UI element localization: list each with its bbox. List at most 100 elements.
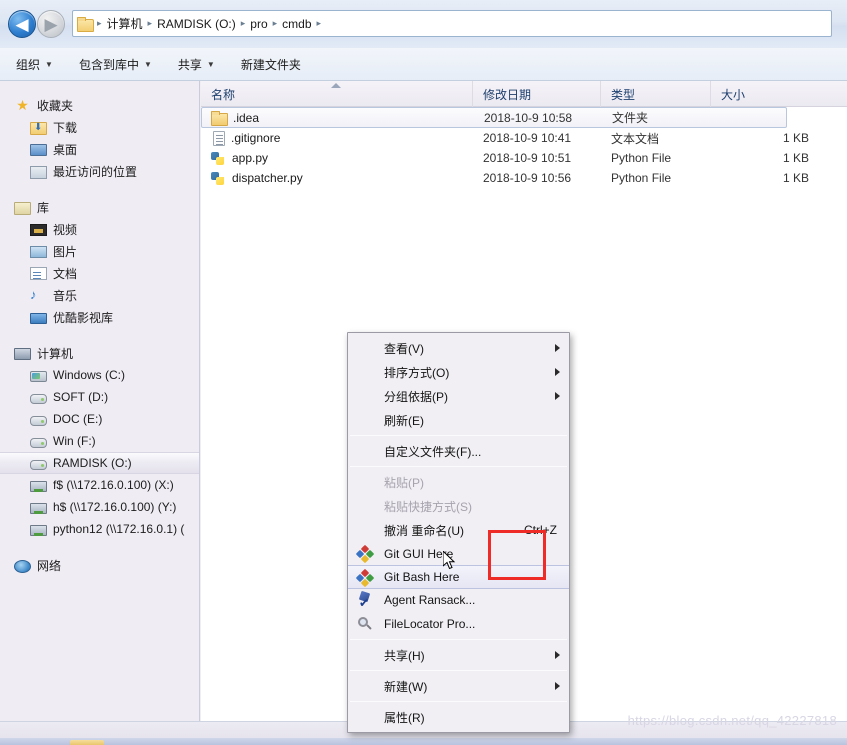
breadcrumb-separator: ▸ [272, 18, 278, 28]
context-menu-item-label: 查看(V) [384, 341, 424, 356]
watermark-text: https://blog.csdn.net/qq_42227818 [627, 713, 837, 728]
cell-type: Python File [611, 171, 672, 185]
breadcrumb-item-pro[interactable]: pro [247, 17, 270, 31]
drive-icon [30, 393, 47, 404]
sidebar-item-youku-library[interactable]: 优酷影视库 [0, 306, 199, 328]
context-menu-item-new[interactable]: 新建(W) [348, 674, 569, 698]
context-menu-separator [350, 435, 567, 436]
table-row[interactable]: .idea 2018-10-9 10:58 文件夹 [201, 107, 787, 128]
column-header-size[interactable]: 大小 [711, 81, 831, 107]
nav-group-network[interactable]: 网络 [0, 554, 199, 576]
sidebar-item-recent-places[interactable]: 最近访问的位置 [0, 160, 199, 182]
context-menu-item-view[interactable]: 查看(V) [348, 336, 569, 360]
sidebar-item-desktop[interactable]: 桌面 [0, 138, 199, 160]
context-menu-item-group-by[interactable]: 分组依据(P) [348, 384, 569, 408]
sidebar-item-videos[interactable]: 视频 [0, 218, 199, 240]
nav-group-favorites-label: 收藏夹 [37, 98, 74, 113]
column-header-name[interactable]: 名称 [201, 81, 473, 107]
network-icon [14, 559, 31, 573]
column-header-row: 名称 修改日期 类型 大小 [201, 81, 847, 107]
explorer-window: ◀ ▶ ▼ ▸ 计算机 ▸ RAMDISK (O:) ▸ pro ▸ cmdb … [0, 0, 847, 745]
taskbar-peek [0, 738, 847, 745]
desktop-icon [30, 144, 47, 156]
context-menu-item-properties[interactable]: 属性(R) [348, 705, 569, 729]
context-menu-separator [350, 701, 567, 702]
sidebar-item-netdrive-y[interactable]: h$ (\\172.16.0.100) (Y:) [0, 496, 199, 518]
organize-button[interactable]: 组织 ▼ [6, 52, 63, 77]
context-menu-item-label: FileLocator Pro... [384, 617, 476, 631]
context-menu-item-label: 共享(H) [384, 648, 425, 663]
column-header-date[interactable]: 修改日期 [473, 81, 601, 107]
address-bar: ◀ ▶ ▼ ▸ 计算机 ▸ RAMDISK (O:) ▸ pro ▸ cmdb … [0, 0, 847, 48]
column-header-date-label: 修改日期 [483, 87, 532, 102]
library-icon [14, 201, 31, 215]
submenu-arrow-icon [555, 392, 560, 400]
submenu-arrow-icon [555, 344, 560, 352]
sidebar-item-label: 图片 [53, 244, 78, 259]
back-arrow-icon[interactable]: ◀ [8, 10, 36, 38]
drive-icon [30, 437, 47, 448]
context-menu-item-label: 粘贴快捷方式(S) [384, 499, 472, 514]
forward-arrow-icon[interactable]: ▶ [37, 10, 65, 38]
sidebar-item-drive-o[interactable]: RAMDISK (O:) [0, 452, 199, 474]
filelocator-icon [357, 616, 373, 632]
column-header-type[interactable]: 类型 [601, 81, 711, 107]
breadcrumb-bar[interactable]: ▸ 计算机 ▸ RAMDISK (O:) ▸ pro ▸ cmdb ▸ [72, 10, 832, 37]
sidebar-item-netdrive-x[interactable]: f$ (\\172.16.0.100) (X:) [0, 474, 199, 496]
music-icon: ♪ [30, 287, 37, 302]
cell-type: 文件夹 [612, 111, 649, 125]
context-menu-item-sort-by[interactable]: 排序方式(O) [348, 360, 569, 384]
sidebar-item-label: f$ (\\172.16.0.100) (X:) [53, 478, 174, 492]
context-menu-item-label: 新建(W) [384, 679, 428, 694]
include-in-library-button[interactable]: 包含到库中 ▼ [69, 52, 162, 77]
sidebar-item-label: SOFT (D:) [53, 390, 109, 404]
context-menu-item-customize-folder[interactable]: 自定义文件夹(F)... [348, 439, 569, 463]
sidebar-item-drive-d[interactable]: SOFT (D:) [0, 386, 199, 408]
table-row[interactable]: dispatcher.py 2018-10-9 10:56 Python Fil… [201, 168, 847, 188]
breadcrumb-item-computer[interactable]: 计算机 [104, 15, 146, 32]
sidebar-item-drive-c[interactable]: Windows (C:) [0, 364, 199, 386]
network-drive-icon [30, 524, 47, 536]
breadcrumb-item-ramdisk[interactable]: RAMDISK (O:) [154, 17, 239, 31]
context-menu-item-label: 撤消 重命名(U) [384, 523, 464, 538]
context-menu-separator [350, 639, 567, 640]
context-menu-item-filelocator-pro[interactable]: FileLocator Pro... [348, 612, 569, 636]
nav-group-computer[interactable]: 计算机 [0, 342, 199, 364]
table-row[interactable]: .gitignore 2018-10-9 10:41 文本文档 1 KB [201, 128, 847, 148]
navigation-buttons: ◀ ▶ ▼ [8, 10, 79, 38]
cell-name: .gitignore [201, 130, 473, 146]
nav-group-favorites[interactable]: ★ 收藏夹 [0, 94, 199, 116]
context-menu-separator [350, 670, 567, 671]
context-menu-item-agent-ransack[interactable]: ✔ Agent Ransack... [348, 588, 569, 612]
new-folder-button[interactable]: 新建文件夹 [231, 52, 311, 77]
sidebar-item-label: Windows (C:) [53, 368, 126, 382]
sidebar-item-downloads[interactable]: 下载 [0, 116, 199, 138]
caret-down-icon: ▼ [206, 59, 215, 69]
text-file-icon [213, 130, 225, 146]
context-menu-item-label: Git GUI Here [384, 547, 454, 561]
cell-date: 2018-10-9 10:58 [484, 110, 573, 125]
sidebar-item-netdrive-python12[interactable]: python12 (\\172.16.0.1) ( [0, 518, 199, 540]
cell-name: .idea [202, 110, 474, 126]
sidebar-item-pictures[interactable]: 图片 [0, 240, 199, 262]
python-file-icon [211, 171, 226, 186]
breadcrumb-item-cmdb[interactable]: cmdb [279, 17, 314, 31]
organize-label: 组织 [16, 57, 41, 72]
sidebar-item-music[interactable]: ♪ 音乐 [0, 284, 199, 306]
context-menu-item-label: Git Bash Here [384, 570, 460, 584]
sidebar-item-documents[interactable]: 文档 [0, 262, 199, 284]
context-menu-item-share[interactable]: 共享(H) [348, 643, 569, 667]
context-menu-item-refresh[interactable]: 刷新(E) [348, 408, 569, 432]
navigation-pane[interactable]: ★ 收藏夹 下载 桌面 最近访问的位置 库 [0, 81, 200, 721]
sidebar-item-drive-e[interactable]: DOC (E:) [0, 408, 199, 430]
table-row[interactable]: app.py 2018-10-9 10:51 Python File 1 KB [201, 148, 847, 168]
sidebar-item-drive-f[interactable]: Win (F:) [0, 430, 199, 452]
nav-group-libraries[interactable]: 库 [0, 196, 199, 218]
share-button[interactable]: 共享 ▼ [168, 52, 225, 77]
git-icon [355, 568, 375, 588]
cell-type: 文本文档 [611, 131, 660, 146]
recent-places-icon [30, 165, 47, 179]
submenu-arrow-icon [555, 682, 560, 690]
